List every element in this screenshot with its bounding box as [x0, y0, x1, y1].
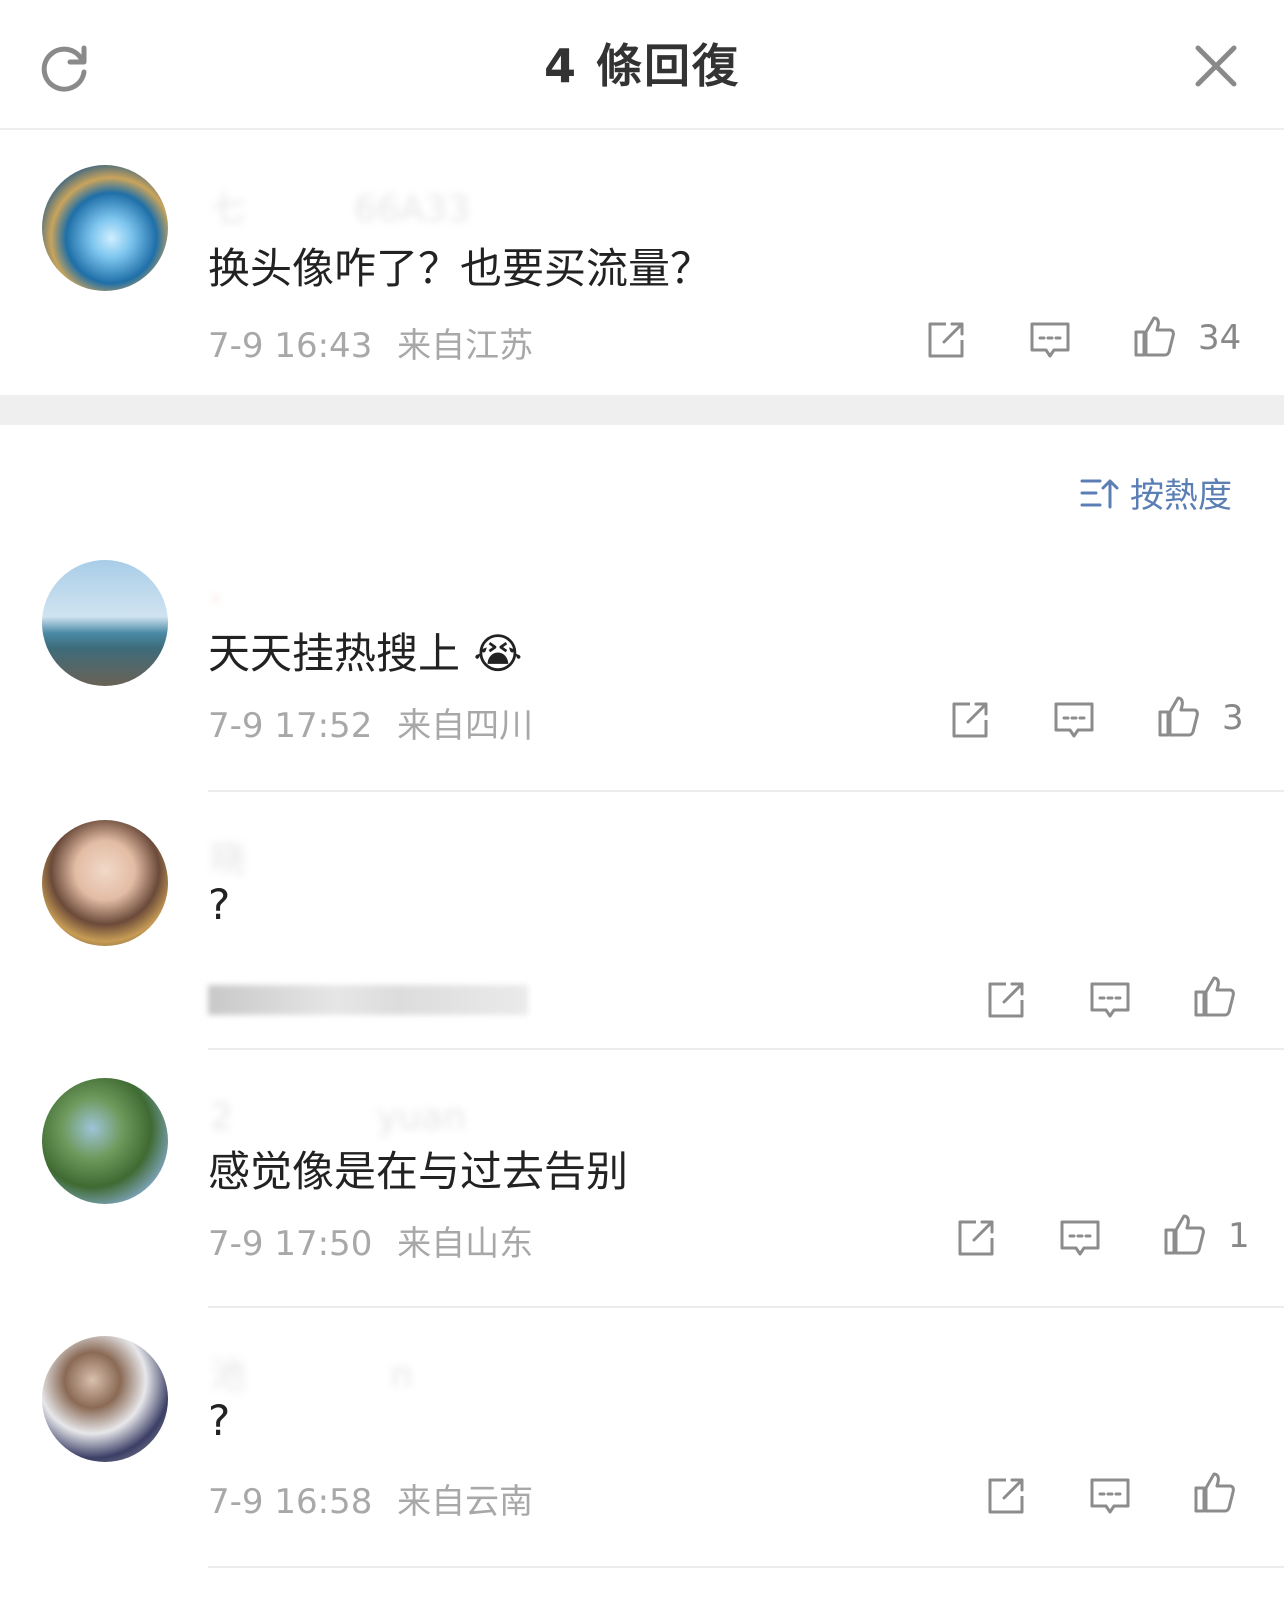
- divider: [208, 1306, 1284, 1308]
- main-comment: 七 66A33 换头像咋了？也要买流量？ 7-9 16:43 来自江苏 34: [0, 130, 1284, 395]
- comment-text: 感觉像是在与过去告别: [208, 1147, 629, 1196]
- avatar[interactable]: [42, 165, 168, 291]
- comment-time: 7-9 16:58: [208, 1482, 373, 1522]
- divider: [208, 790, 1284, 792]
- like-icon[interactable]: [1192, 1470, 1236, 1514]
- divider: [208, 1566, 1284, 1568]
- username[interactable]: ·: [210, 570, 365, 622]
- comment-meta: 7-9 17:52 来自四川: [208, 698, 533, 747]
- comment-meta: 7-9 16:43 来自江苏: [208, 318, 533, 367]
- divider: [208, 1048, 1284, 1050]
- sort-button[interactable]: 按熱度: [1080, 468, 1232, 517]
- sort-label: 按熱度: [1130, 476, 1232, 516]
- comment-time: 7-9 17:50: [208, 1224, 373, 1264]
- reply-item: · 天天挂热搜上 😭 7-9 17:52 来自四川 3: [0, 560, 1284, 792]
- section-divider: [0, 395, 1284, 425]
- comment-text: ?: [208, 1396, 231, 1445]
- share-icon[interactable]: [954, 1216, 998, 1260]
- avatar[interactable]: [42, 1336, 168, 1462]
- like-count: 1: [1228, 1216, 1250, 1256]
- reply-item: 2 yuan 感觉像是在与过去告别 7-9 17:50 来自山东 1: [0, 1078, 1284, 1308]
- username[interactable]: 晓: [210, 830, 426, 882]
- comment-time: 7-9 17:52: [208, 706, 373, 746]
- comment-location: 来自四川: [397, 706, 534, 746]
- like-icon[interactable]: [1192, 974, 1236, 1018]
- reply-item: 晓 ?: [0, 820, 1284, 1050]
- close-icon: [1195, 45, 1237, 87]
- comment-icon[interactable]: [1088, 1474, 1132, 1518]
- comment-text-content: 天天挂热搜上: [208, 629, 461, 678]
- like-icon[interactable]: [1156, 694, 1200, 738]
- comment-meta: 7-9 17:50 来自山东: [208, 1216, 533, 1265]
- share-icon[interactable]: [924, 318, 968, 362]
- comment-meta: 7-9 16:58 来自云南: [208, 1474, 533, 1523]
- like-count: 3: [1222, 698, 1244, 738]
- comment-icon[interactable]: [1058, 1216, 1102, 1260]
- comment-meta: [208, 985, 528, 1015]
- page-title: 4 條回復: [543, 39, 741, 93]
- comment-icon[interactable]: [1052, 698, 1096, 742]
- comment-text: 换头像咋了？也要买流量？: [208, 244, 713, 293]
- like-count: 34: [1198, 318, 1242, 358]
- username[interactable]: 2 yuan: [210, 1088, 466, 1140]
- sort-icon: [1080, 479, 1119, 508]
- like-icon[interactable]: [1132, 314, 1176, 358]
- share-icon[interactable]: [984, 978, 1028, 1022]
- avatar[interactable]: [42, 560, 168, 686]
- comment-location: 来自江苏: [397, 326, 534, 366]
- username[interactable]: 七 66A33: [210, 180, 470, 232]
- like-icon[interactable]: [1162, 1212, 1206, 1256]
- close-button[interactable]: [1190, 40, 1242, 92]
- header-bar: 4 條回復: [0, 0, 1284, 130]
- comment-location: 来自山东: [397, 1224, 534, 1264]
- comment-time: 7-9 16:43: [208, 326, 373, 366]
- comment-location: 来自云南: [397, 1482, 534, 1522]
- comment-text: ?: [208, 880, 231, 929]
- avatar[interactable]: [42, 1078, 168, 1204]
- comment-icon[interactable]: [1088, 978, 1132, 1022]
- share-icon[interactable]: [948, 698, 992, 742]
- comment-icon[interactable]: [1028, 318, 1072, 362]
- comment-text: 天天挂热搜上 😭: [208, 620, 522, 681]
- reply-item: 池 n ? 7-9 16:58 来自云南: [0, 1336, 1284, 1576]
- emoji: 😭: [473, 629, 523, 678]
- avatar[interactable]: [42, 820, 168, 946]
- username[interactable]: 池 n: [210, 1346, 413, 1398]
- share-icon[interactable]: [984, 1474, 1028, 1518]
